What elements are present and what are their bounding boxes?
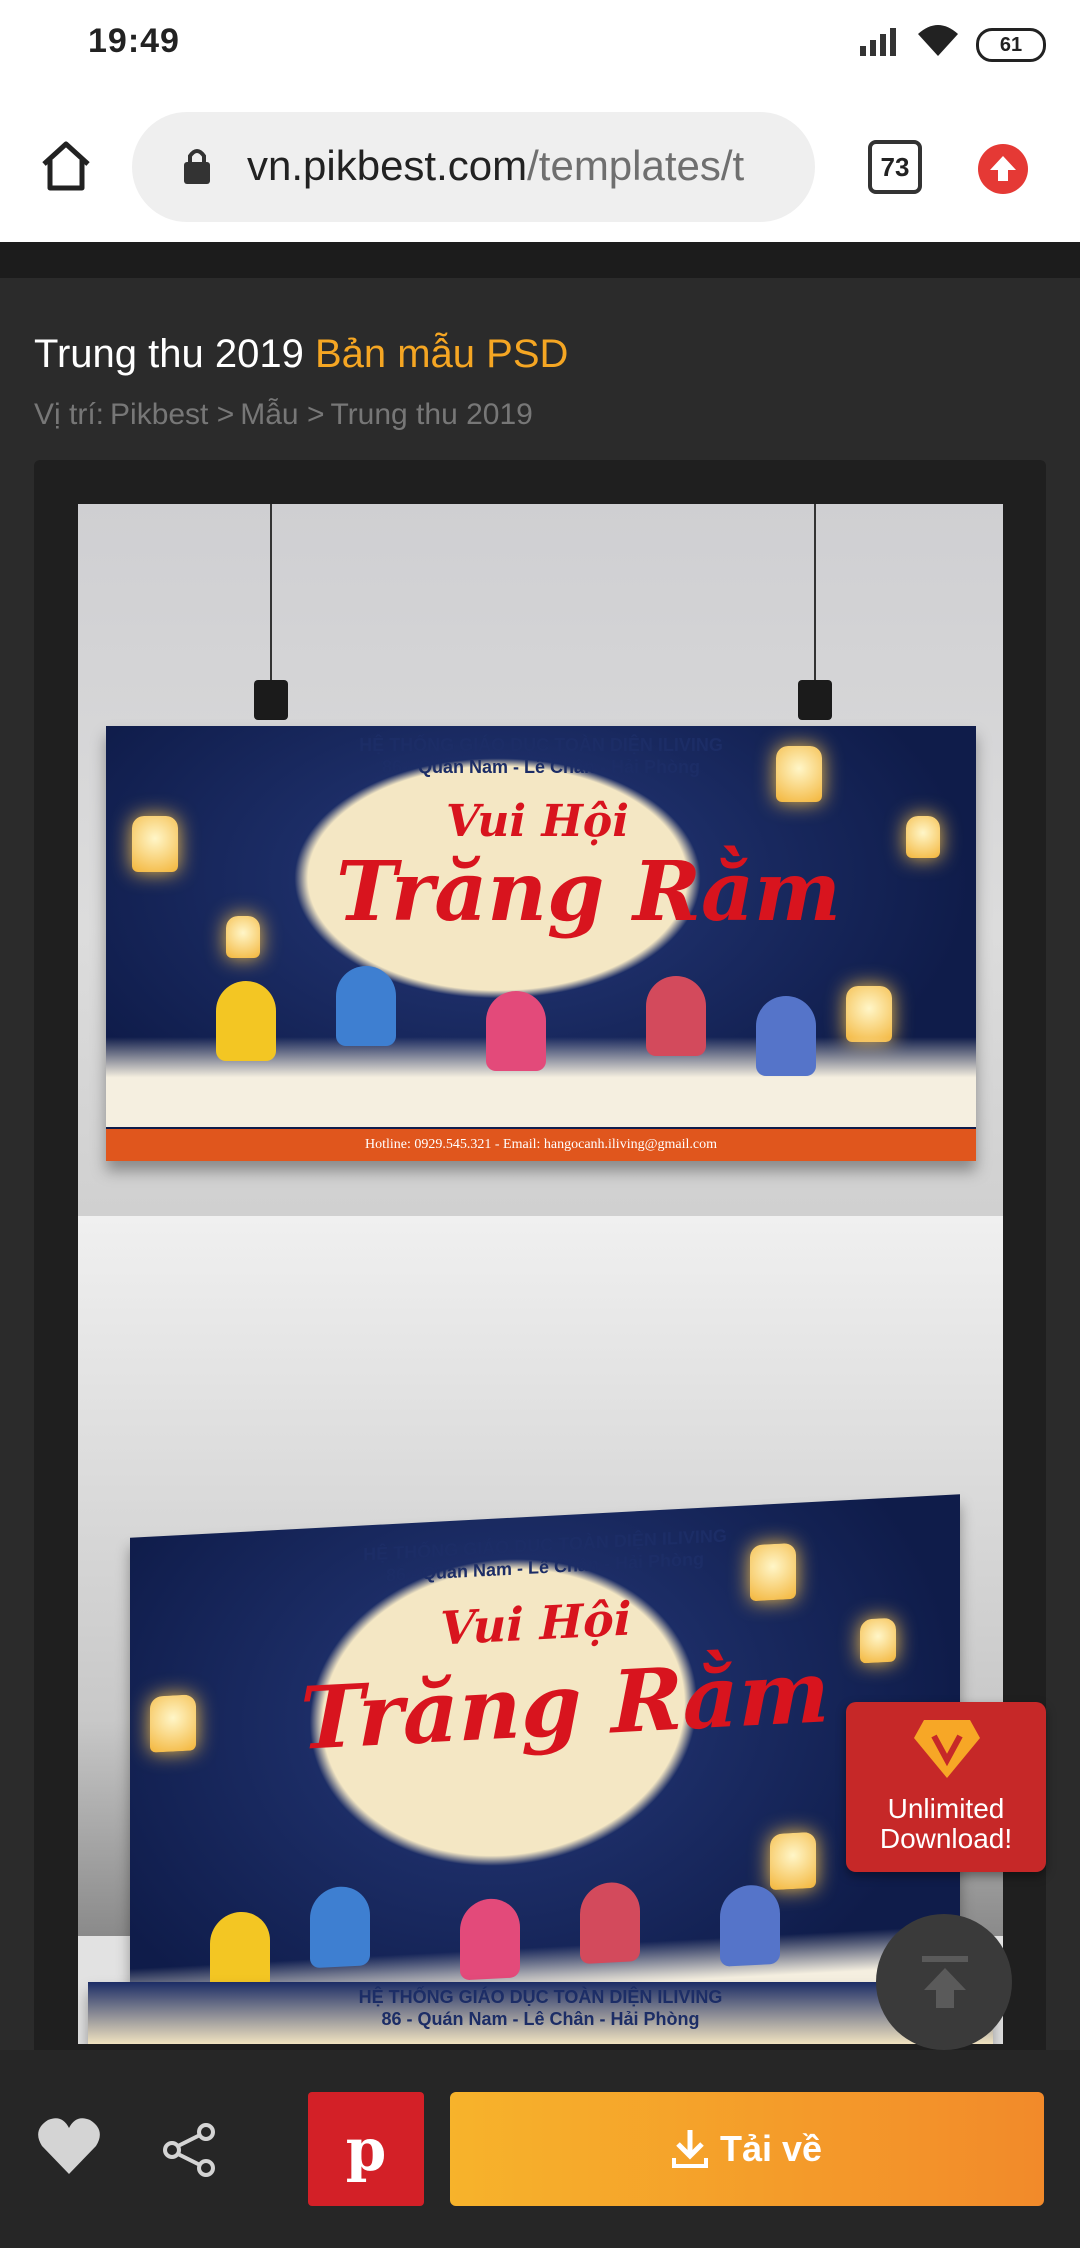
bottom-action-bar: p Tải về bbox=[0, 2050, 1080, 2248]
arrow-up-icon bbox=[990, 156, 1016, 181]
child-illustration bbox=[756, 996, 816, 1076]
banner-line2: 86 - Quán Nam - Lê Chân - Hải Phòng bbox=[381, 2009, 700, 2029]
status-bar: 19:49 61 bbox=[0, 0, 1080, 92]
battery-indicator: 61 bbox=[976, 28, 1046, 62]
breadcrumb-current: Trung thu 2019 bbox=[330, 398, 533, 431]
banner-script-small: Vui Hội bbox=[446, 796, 629, 847]
browser-toolbar: vn.pikbest.com/templates/t 73 bbox=[0, 92, 1080, 242]
share-icon[interactable] bbox=[162, 2122, 218, 2178]
unlimited-download-badge[interactable]: Unlimited Download! bbox=[846, 1702, 1046, 1872]
breadcrumb-prefix: Vị trí: bbox=[34, 398, 105, 431]
lantern bbox=[132, 816, 178, 872]
banner-script-big: Trăng Rằm bbox=[336, 844, 841, 940]
url-path: /templates/t bbox=[527, 142, 745, 189]
status-time: 19:49 bbox=[88, 22, 180, 60]
child-illustration bbox=[460, 1897, 520, 1981]
pinterest-button[interactable]: p bbox=[308, 2092, 424, 2206]
back-to-top-button[interactable] bbox=[876, 1914, 1012, 2050]
banner-line2: 86 - Quán Nam - Lê Chân - Hải Phòng bbox=[381, 757, 701, 777]
lantern bbox=[776, 746, 822, 802]
browser-update-button[interactable] bbox=[978, 144, 1028, 194]
banner-line1: HỆ THỐNG GIÁO DỤC TOÀN DIỆN ILIVING bbox=[359, 735, 723, 755]
hanging-wire bbox=[270, 504, 272, 684]
binder-clip bbox=[798, 680, 832, 720]
wifi-icon bbox=[918, 25, 958, 56]
festival-banner: HỆ THỐNG GIÁO DỤC TOÀN DIỆN ILIVING 86 -… bbox=[106, 726, 976, 1161]
lantern bbox=[846, 986, 892, 1042]
page-title: Trung thu 2019 Bản mẫu PSD bbox=[34, 332, 568, 377]
breadcrumb-link-pikbest[interactable]: Pikbest > bbox=[110, 398, 234, 431]
festival-banner: HỆ THỐNG GIÁO DỤC TOÀN DIỆN ILIVING 86 -… bbox=[130, 1494, 960, 2044]
title-main: Trung thu 2019 bbox=[34, 332, 304, 376]
lantern bbox=[906, 816, 940, 858]
banner-script-small: Vui Hội bbox=[440, 1591, 632, 1656]
vip-diamond-icon bbox=[914, 1720, 980, 1778]
title-accent: Bản mẫu PSD bbox=[314, 332, 569, 376]
arrow-to-top-icon bbox=[922, 1956, 968, 2008]
child-illustration bbox=[580, 1881, 640, 1965]
banner-line1: HỆ THỐNG GIÁO DỤC TOÀN DIỆN ILIVING bbox=[358, 1987, 723, 2007]
breadcrumb-link-templates[interactable]: Mẫu > bbox=[240, 398, 324, 431]
url-host: vn.pikbest.com bbox=[247, 142, 528, 189]
breadcrumb: Vị trí: Pikbest > Mẫu > Trung thu 2019 bbox=[34, 398, 539, 432]
lion-dance-illustration bbox=[310, 1885, 370, 1969]
download-label: Tải về bbox=[720, 2128, 823, 2169]
download-icon bbox=[672, 2130, 708, 2168]
download-button[interactable]: Tải về bbox=[450, 2092, 1044, 2206]
hanging-wire bbox=[814, 504, 816, 684]
promo-label: Unlimited Download! bbox=[846, 1794, 1046, 1854]
banner-heading: HỆ THỐNG GIÁO DỤC TOÀN DIỆN ILIVING 86 -… bbox=[106, 734, 976, 778]
promo-label-line2: Download! bbox=[879, 1823, 1013, 1854]
child-illustration bbox=[486, 991, 546, 1071]
child-illustration bbox=[216, 981, 276, 1061]
lantern bbox=[860, 1617, 896, 1664]
heart-icon[interactable] bbox=[36, 2116, 102, 2176]
pinterest-icon: p bbox=[345, 2116, 387, 2184]
address-bar[interactable]: vn.pikbest.com/templates/t bbox=[132, 112, 815, 222]
signal-icon bbox=[860, 28, 896, 56]
lock-icon bbox=[184, 149, 210, 184]
child-illustration bbox=[646, 976, 706, 1056]
home-icon[interactable] bbox=[38, 138, 94, 194]
lantern bbox=[750, 1542, 796, 1602]
banner-heading: HỆ THỐNG GIÁO DỤC TOÀN DIỆN ILIVING 86 -… bbox=[88, 1986, 993, 2030]
banner-script-big: Trăng Rằm bbox=[300, 1641, 830, 1770]
lantern bbox=[226, 916, 260, 958]
promo-label-line1: Unlimited bbox=[887, 1793, 1005, 1824]
banner-footer: Hotline: 0929.545.321 - Email: hangocanh… bbox=[106, 1129, 976, 1161]
url-text[interactable]: vn.pikbest.com/templates/t bbox=[247, 142, 744, 190]
tab-switcher-button[interactable]: 73 bbox=[868, 140, 922, 194]
binder-clip bbox=[254, 680, 288, 720]
lantern bbox=[150, 1694, 196, 1753]
child-illustration bbox=[720, 1883, 780, 1967]
lantern bbox=[770, 1831, 816, 1891]
festival-banner: HỆ THỐNG GIÁO DỤC TOÀN DIỆN ILIVING 86 -… bbox=[88, 1982, 993, 2044]
lion-dance-illustration bbox=[336, 966, 396, 1046]
header-divider bbox=[0, 242, 1080, 278]
